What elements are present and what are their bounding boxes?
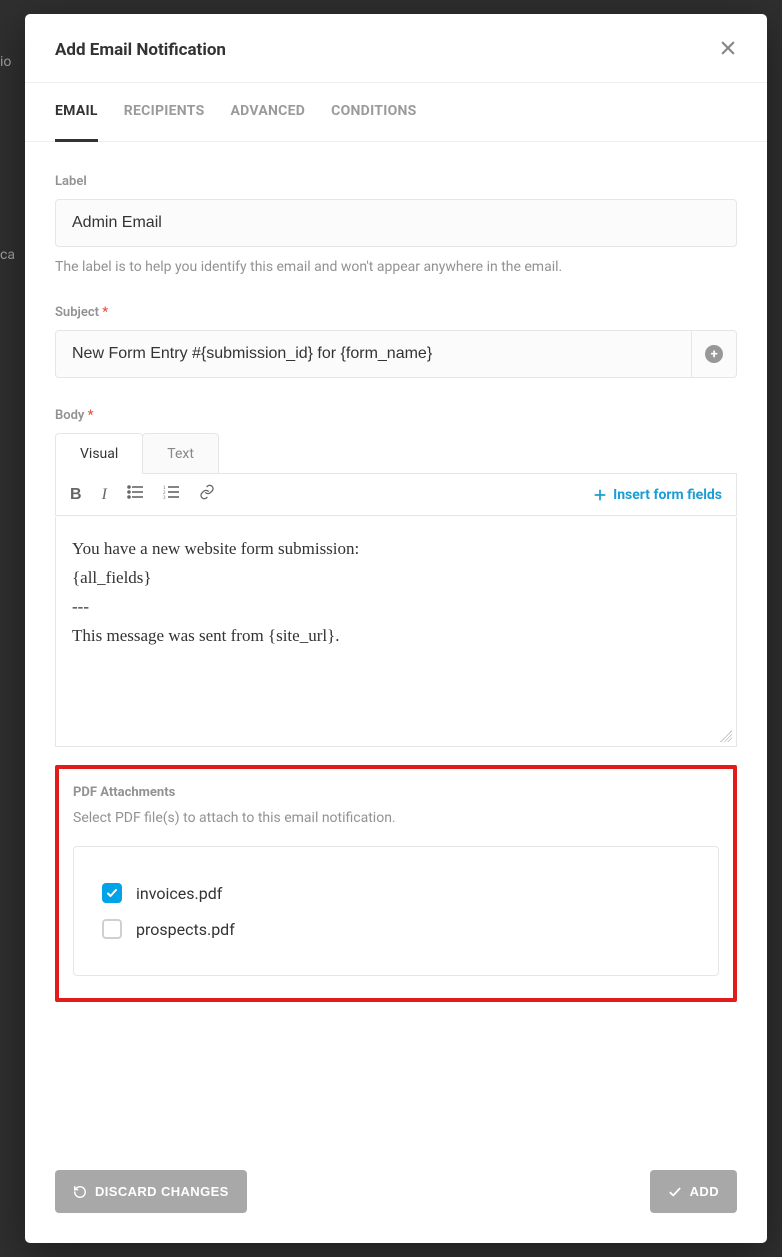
label-field: Label The label is to help you identify … <box>55 174 737 275</box>
ordered-list-button[interactable]: 123 <box>163 485 179 504</box>
modal-footer: DISCARD CHANGES ADD <box>25 1146 767 1243</box>
pdf-filename: prospects.pdf <box>136 920 235 939</box>
pdf-item: invoices.pdf <box>102 875 690 911</box>
label-field-label: Label <box>55 174 737 189</box>
pdf-section-help: Select PDF file(s) to attach to this ema… <box>73 810 719 826</box>
pdf-list: invoices.pdf prospects.pdf <box>73 846 719 976</box>
insert-token-button[interactable]: + <box>692 330 737 378</box>
bold-button[interactable]: B <box>70 486 82 504</box>
discard-changes-button[interactable]: DISCARD CHANGES <box>55 1170 247 1213</box>
editor-tab-visual[interactable]: Visual <box>55 433 143 474</box>
required-indicator: * <box>88 408 94 423</box>
italic-button[interactable]: I <box>102 486 107 504</box>
tab-advanced[interactable]: ADVANCED <box>231 83 306 142</box>
modal-body: Label The label is to help you identify … <box>25 142 767 1146</box>
close-icon[interactable] <box>719 38 737 62</box>
unordered-list-button[interactable] <box>127 485 143 504</box>
modal-tabs: EMAIL RECIPIENTS ADVANCED CONDITIONS <box>25 82 767 142</box>
pdf-attachments-section: PDF Attachments Select PDF file(s) to at… <box>55 765 737 1002</box>
subject-label-text: Subject <box>55 305 99 320</box>
svg-text:3: 3 <box>163 496 166 499</box>
tab-recipients[interactable]: RECIPIENTS <box>124 83 205 142</box>
modal-header: Add Email Notification <box>25 14 767 82</box>
tab-conditions[interactable]: CONDITIONS <box>331 83 416 142</box>
editor-tab-text[interactable]: Text <box>142 433 219 474</box>
discard-label: DISCARD CHANGES <box>95 1184 229 1199</box>
check-icon <box>668 1185 682 1199</box>
insert-form-fields-button[interactable]: Insert form fields <box>593 487 722 503</box>
editor-mode-tabs: Visual Text <box>55 433 737 474</box>
add-button[interactable]: ADD <box>650 1170 737 1213</box>
pdf-section-title: PDF Attachments <box>73 785 719 800</box>
insert-form-fields-label: Insert form fields <box>613 487 722 503</box>
required-indicator: * <box>102 305 108 320</box>
plus-circle-icon: + <box>705 345 723 363</box>
pdf-checkbox[interactable] <box>102 919 122 939</box>
body-editor[interactable]: You have a new website form submission: … <box>55 517 737 747</box>
add-label: ADD <box>690 1184 719 1199</box>
body-label-text: Body <box>55 408 84 423</box>
body-content: You have a new website form submission: … <box>72 539 359 645</box>
undo-icon <box>73 1185 87 1199</box>
subject-field: Subject * + <box>55 305 737 378</box>
link-button[interactable] <box>199 484 215 505</box>
editor-toolbar: B I 123 Insert form fields <box>55 473 737 516</box>
resize-grip-icon[interactable] <box>720 730 732 742</box>
label-help: The label is to help you identify this e… <box>55 259 737 275</box>
tab-email[interactable]: EMAIL <box>55 83 98 142</box>
pdf-checkbox[interactable] <box>102 883 122 903</box>
label-input[interactable] <box>55 199 737 247</box>
subject-input[interactable] <box>55 330 692 378</box>
modal-title: Add Email Notification <box>55 40 226 60</box>
subject-field-label: Subject * <box>55 305 737 320</box>
body-field-label: Body * <box>55 408 737 423</box>
pdf-filename: invoices.pdf <box>136 884 222 903</box>
pdf-item: prospects.pdf <box>102 911 690 947</box>
add-email-notification-modal: Add Email Notification EMAIL RECIPIENTS … <box>25 14 767 1243</box>
body-field: Body * Visual Text B I 123 <box>55 408 737 747</box>
